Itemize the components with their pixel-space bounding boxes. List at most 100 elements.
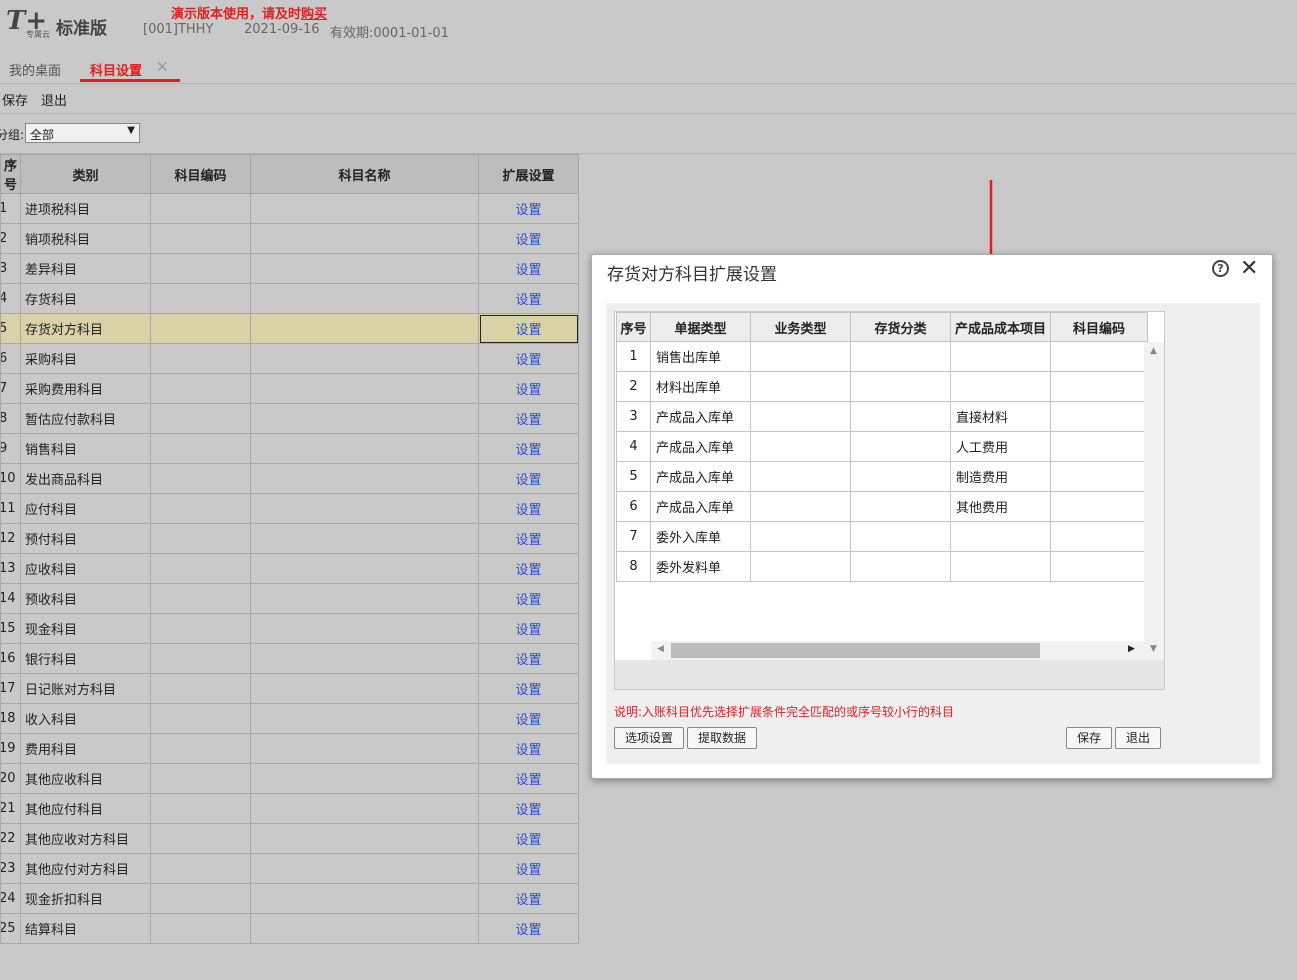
account-code-cell[interactable] [150, 673, 251, 704]
account-name-cell[interactable] [250, 643, 479, 674]
help-icon[interactable]: ? [1212, 260, 1229, 277]
account-name-cell[interactable] [250, 523, 479, 554]
settings-link[interactable]: 设置 [478, 583, 579, 614]
account-code-cell[interactable] [1050, 461, 1148, 492]
settings-link[interactable]: 设置 [478, 463, 579, 494]
biz-type-cell[interactable] [750, 431, 851, 462]
vertical-scrollbar[interactable]: ▲ ▼ [1144, 342, 1164, 660]
cost-item-cell[interactable] [950, 341, 1051, 372]
settings-link[interactable]: 设置 [478, 253, 579, 284]
account-code-cell[interactable] [1050, 341, 1148, 372]
account-name-cell[interactable] [250, 193, 479, 224]
account-code-cell[interactable] [150, 403, 251, 434]
account-code-cell[interactable] [150, 883, 251, 914]
exit-button[interactable]: 退出 [41, 90, 67, 109]
table-row[interactable]: 14 预收科目 设置 [0, 583, 579, 614]
account-code-cell[interactable] [150, 613, 251, 644]
account-name-cell[interactable] [250, 763, 479, 794]
settings-link[interactable]: 设置 [478, 193, 579, 224]
doc-type-cell[interactable]: 销售出库单 [650, 341, 751, 372]
table-row[interactable]: 23 其他应付对方科目 设置 [0, 853, 579, 884]
account-code-cell[interactable] [150, 493, 251, 524]
account-code-cell[interactable] [150, 763, 251, 794]
inventory-class-cell[interactable] [850, 371, 951, 402]
doc-type-cell[interactable]: 委外入库单 [650, 521, 751, 552]
biz-type-cell[interactable] [750, 461, 851, 492]
cost-item-cell[interactable]: 其他费用 [950, 491, 1051, 522]
doc-type-cell[interactable]: 产成品入库单 [650, 491, 751, 522]
doc-type-cell[interactable]: 材料出库单 [650, 371, 751, 402]
scroll-right-icon[interactable]: ▶ [1128, 644, 1135, 654]
account-code-cell[interactable] [1050, 491, 1148, 522]
table-row[interactable]: 7 委外入库单 [616, 521, 1148, 552]
table-row[interactable]: 6 产成品入库单 其他费用 [616, 491, 1148, 522]
close-tab-icon[interactable]: ✕ [156, 58, 169, 76]
settings-link[interactable]: 设置 [478, 913, 579, 944]
table-row[interactable]: 1 销售出库单 [616, 341, 1148, 372]
table-row[interactable]: 13 应收科目 设置 [0, 553, 579, 584]
dialog-save-button[interactable]: 保存 [1066, 727, 1112, 749]
account-code-cell[interactable] [150, 733, 251, 764]
settings-link[interactable]: 设置 [478, 763, 579, 794]
table-row[interactable]: 4 产成品入库单 人工费用 [616, 431, 1148, 462]
scroll-left-icon[interactable]: ◀ [657, 644, 664, 654]
account-name-cell[interactable] [250, 853, 479, 884]
table-row[interactable]: 12 预付科目 设置 [0, 523, 579, 554]
scroll-up-icon[interactable]: ▲ [1150, 346, 1157, 356]
table-row[interactable]: 18 收入科目 设置 [0, 703, 579, 734]
biz-type-cell[interactable] [750, 401, 851, 432]
account-name-cell[interactable] [250, 343, 479, 374]
cost-item-cell[interactable] [950, 371, 1051, 402]
table-row[interactable]: 4存货科目 设置 [0, 283, 579, 314]
doc-type-cell[interactable]: 产成品入库单 [650, 461, 751, 492]
inventory-class-cell[interactable] [850, 491, 951, 522]
account-code-cell[interactable] [1050, 431, 1148, 462]
table-row[interactable]: 15 现金科目 设置 [0, 613, 579, 644]
account-name-cell[interactable] [250, 373, 479, 404]
settings-link[interactable]: 设置 [478, 553, 579, 584]
account-name-cell[interactable] [250, 553, 479, 584]
cost-item-cell[interactable] [950, 521, 1051, 552]
account-name-cell[interactable] [250, 913, 479, 944]
inventory-class-cell[interactable] [850, 551, 951, 582]
table-row[interactable]: 2销项税科目 设置 [0, 223, 579, 254]
table-row[interactable]: 8暂估应付款科目 设置 [0, 403, 579, 434]
scroll-down-icon[interactable]: ▼ [1150, 644, 1157, 654]
settings-link[interactable]: 设置 [478, 793, 579, 824]
account-name-cell[interactable] [250, 433, 479, 464]
account-name-cell[interactable] [250, 493, 479, 524]
account-name-cell[interactable] [250, 223, 479, 254]
table-row[interactable]: 5 产成品入库单 制造费用 [616, 461, 1148, 492]
account-code-cell[interactable] [150, 433, 251, 464]
account-name-cell[interactable] [250, 463, 479, 494]
settings-link[interactable]: 设置 [478, 283, 579, 314]
group-select[interactable]: 全部 ▼ [25, 123, 140, 143]
inventory-class-cell[interactable] [850, 341, 951, 372]
account-code-cell[interactable] [150, 283, 251, 314]
account-code-cell[interactable] [1050, 551, 1148, 582]
table-row[interactable]: 9销售科目 设置 [0, 433, 579, 464]
settings-link[interactable]: 设置 [478, 313, 579, 344]
buy-link[interactable]: 购买 [301, 7, 327, 22]
account-code-cell[interactable] [150, 643, 251, 674]
account-name-cell[interactable] [250, 313, 479, 344]
table-row[interactable]: 10 发出商品科目 设置 [0, 463, 579, 494]
biz-type-cell[interactable] [750, 551, 851, 582]
settings-link[interactable]: 设置 [478, 403, 579, 434]
dialog-exit-button[interactable]: 退出 [1115, 727, 1161, 749]
account-name-cell[interactable] [250, 613, 479, 644]
account-name-cell[interactable] [250, 253, 479, 284]
settings-link[interactable]: 设置 [478, 883, 579, 914]
account-code-cell[interactable] [150, 523, 251, 554]
table-row[interactable]: 8 委外发料单 [616, 551, 1148, 582]
table-row[interactable]: 20 其他应收科目 设置 [0, 763, 579, 794]
table-row[interactable]: 3差异科目 设置 [0, 253, 579, 284]
account-code-cell[interactable] [150, 583, 251, 614]
doc-type-cell[interactable]: 产成品入库单 [650, 431, 751, 462]
tab-desktop[interactable]: 我的桌面 [9, 60, 61, 79]
account-code-cell[interactable] [150, 223, 251, 254]
settings-link[interactable]: 设置 [478, 613, 579, 644]
inventory-class-cell[interactable] [850, 521, 951, 552]
fetch-data-button[interactable]: 提取数据 [687, 727, 757, 749]
account-name-cell[interactable] [250, 703, 479, 734]
